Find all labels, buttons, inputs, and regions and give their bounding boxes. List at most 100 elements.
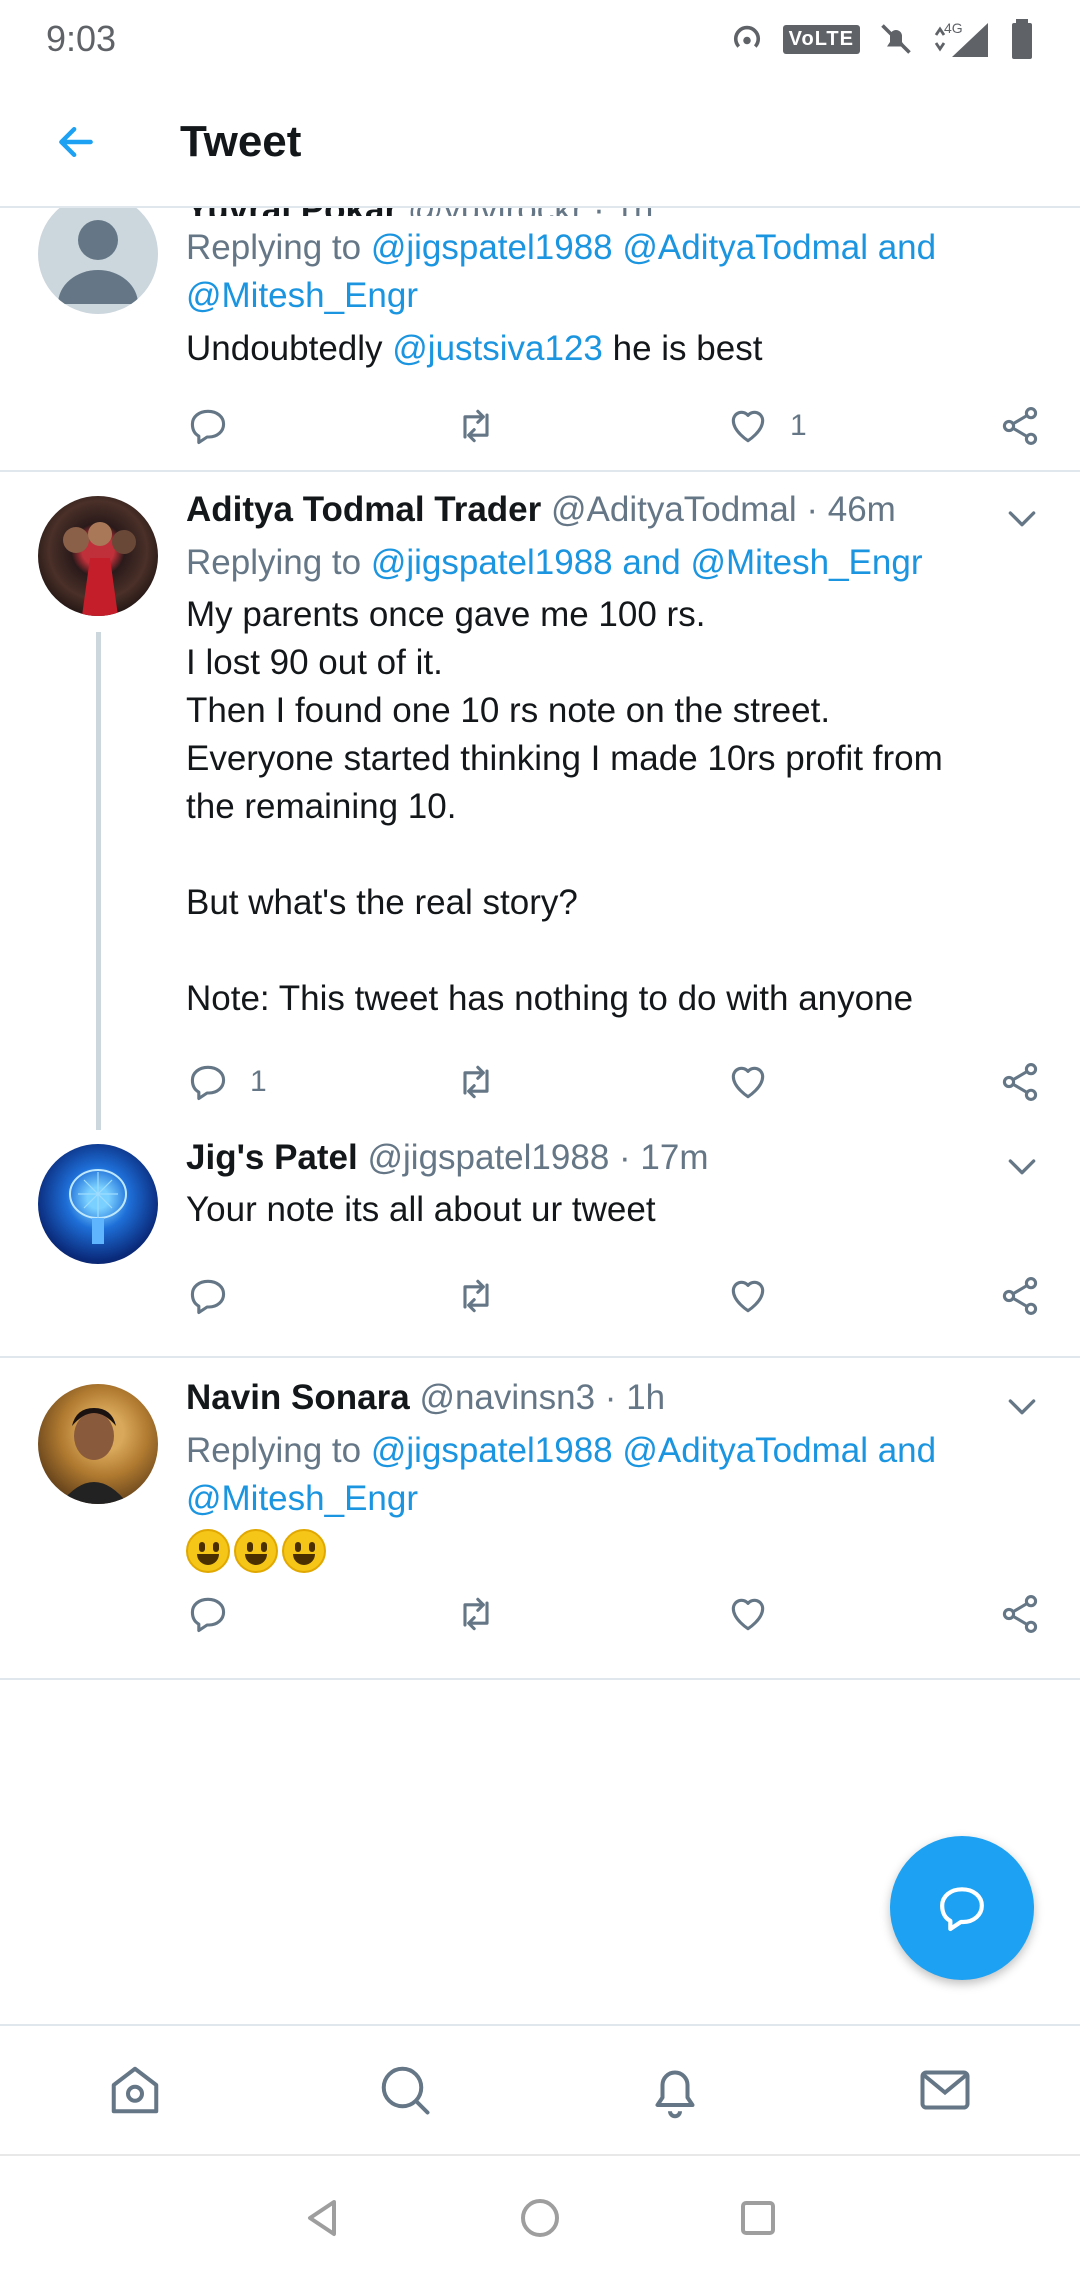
reply-icon	[190, 1065, 226, 1101]
tweet-yuvraj[interactable]: Yuvraj Pokar @yuvirockr · 1h Replying to…	[0, 208, 1080, 472]
reply-button[interactable]: 1	[186, 1052, 267, 1112]
like-button[interactable]	[726, 1584, 790, 1644]
mention-link[interactable]: @justsiva123	[392, 329, 603, 368]
tweet-actions: 1	[186, 1052, 1046, 1112]
tweet-author-name[interactable]: Aditya Todmal Trader	[186, 490, 541, 529]
share-icon	[1002, 407, 1038, 445]
tweet-content: Jig's Patel @jigspatel1988 · 17m Your no…	[186, 1134, 1040, 1234]
reply-icon	[190, 1279, 226, 1315]
tweet-text: My parents once gave me 100 rs. I lost 9…	[186, 595, 943, 1018]
battery-icon	[1012, 19, 1032, 59]
tweet-time: 17m	[640, 1138, 709, 1177]
tweet-jig[interactable]: Jig's Patel @jigspatel1988 · 17m Your no…	[0, 1130, 1080, 1358]
tweet-feed[interactable]: Yuvraj Pokar @yuvirockr · 1h Replying to…	[0, 208, 1080, 2024]
nav-messages[interactable]	[810, 2026, 1080, 2154]
mention-link[interactable]: @Mitesh_Engr	[186, 1479, 418, 1518]
like-button[interactable]	[726, 1052, 790, 1112]
like-button[interactable]	[726, 1266, 790, 1326]
nav-notifications[interactable]	[540, 2026, 810, 2154]
tweet-aditya[interactable]: Aditya Todmal Trader @AdityaTodmal · 46m…	[0, 472, 1080, 1130]
back-triangle-icon[interactable]	[298, 2194, 346, 2242]
avatar-photo	[60, 1408, 128, 1504]
share-button[interactable]	[998, 1584, 1042, 1644]
tweet-actions	[186, 1266, 1046, 1326]
status-bar: 9:03 VoLTE 4G	[0, 0, 1080, 78]
tweet-actions: 1	[186, 396, 1046, 456]
tweet-content: Aditya Todmal Trader @AdityaTodmal · 46m…	[186, 486, 1040, 1023]
tweet-content: Yuvraj Pokar @yuvirockr · 1h Replying to…	[186, 208, 1040, 373]
mail-icon	[920, 2070, 970, 2110]
grinning-face-icon	[282, 1528, 326, 1573]
retweet-button[interactable]	[454, 1584, 518, 1644]
tweet-time: 46m	[827, 490, 896, 529]
status-icons: VoLTE 4G	[729, 19, 1034, 59]
hotspot-icon	[733, 25, 760, 48]
retweet-button[interactable]	[454, 396, 518, 456]
tweet-author-name[interactable]: Navin Sonara	[186, 1378, 410, 1417]
retweet-icon	[463, 1279, 489, 1313]
svg-text:4G: 4G	[944, 20, 963, 36]
tweet-navin[interactable]: Navin Sonara @navinsn3 · 1h Replying to …	[0, 1358, 1080, 1680]
arrow-left-icon	[59, 126, 93, 158]
thread-line	[96, 632, 101, 1130]
grinning-face-icon	[234, 1528, 278, 1573]
avatar-photo	[63, 522, 136, 616]
search-icon	[381, 2066, 430, 2115]
status-time: 9:03	[46, 18, 117, 59]
share-button[interactable]	[998, 1266, 1042, 1326]
retweet-icon	[463, 1597, 489, 1631]
tweet-handle: @jigspatel1988	[367, 1138, 610, 1177]
mention-link[interactable]: @Mitesh_Engr	[186, 276, 418, 315]
share-button[interactable]	[998, 396, 1042, 456]
compose-reply-button[interactable]	[890, 1836, 1034, 1980]
tweet-header: Navin Sonara @navinsn3 · 1h	[186, 1378, 666, 1417]
tweet-time: 1h	[614, 208, 653, 216]
tweet-content: Navin Sonara @navinsn3 · 1h Replying to …	[186, 1374, 1040, 1573]
mention-link[interactable]: @jigspatel1988 @AdityaTodmal and	[371, 1431, 936, 1470]
retweet-icon	[463, 409, 489, 443]
avatar-navin[interactable]	[38, 1384, 158, 1504]
reply-icon	[190, 409, 226, 445]
avatar-photo	[69, 1169, 127, 1244]
tweet-text: Your note its all about ur tweet	[186, 1190, 656, 1229]
reply-button[interactable]	[186, 396, 250, 456]
signal-icon: 4G	[934, 20, 988, 57]
page-title: Tweet	[180, 117, 302, 166]
tweet-handle: @yuvirockr	[408, 208, 584, 216]
tweet-author-name[interactable]: Yuvraj Pokar	[186, 208, 398, 216]
tweet-actions	[186, 1584, 1046, 1644]
replying-to: Replying to @jigspatel1988 and @Mitesh_E…	[186, 543, 923, 582]
mention-link[interactable]: @jigspatel1988 @AdityaTodmal and	[371, 228, 936, 267]
replying-to: Replying to @jigspatel1988 @AdityaTodmal…	[186, 228, 937, 267]
divider	[0, 1678, 1080, 1680]
like-button[interactable]: 1	[726, 396, 807, 456]
nav-search[interactable]	[270, 2026, 540, 2154]
bottom-nav	[0, 2024, 1080, 2154]
reply-button[interactable]	[186, 1584, 250, 1644]
heart-icon	[731, 1280, 765, 1313]
avatar-jig[interactable]	[38, 1144, 158, 1264]
tweet-text: Undoubtedly @justsiva123 he is best	[186, 329, 763, 368]
tweet-author-name[interactable]: Jig's Patel	[186, 1138, 358, 1177]
recents-square-icon[interactable]	[734, 2194, 782, 2242]
nav-home[interactable]	[0, 2026, 270, 2154]
tweet-time: 1h	[626, 1378, 666, 1417]
retweet-icon	[463, 1065, 489, 1099]
compose-reply-icon	[940, 1887, 984, 1932]
reply-button[interactable]	[186, 1266, 250, 1326]
share-icon	[1002, 1063, 1038, 1101]
mention-link[interactable]: @jigspatel1988 and @Mitesh_Engr	[371, 543, 923, 582]
heart-icon	[731, 1066, 765, 1099]
home-icon	[111, 2066, 159, 2114]
avatar-default[interactable]	[38, 208, 158, 314]
retweet-button[interactable]	[454, 1052, 518, 1112]
system-nav-bar	[0, 2154, 1080, 2280]
back-button[interactable]	[38, 104, 114, 180]
header: Tweet	[0, 78, 1080, 208]
tweet-handle: @AdityaTodmal	[551, 490, 797, 529]
home-circle-icon[interactable]	[516, 2194, 564, 2242]
avatar-aditya[interactable]	[38, 496, 158, 616]
share-button[interactable]	[998, 1052, 1042, 1112]
retweet-button[interactable]	[454, 1266, 518, 1326]
share-icon	[1002, 1595, 1038, 1633]
